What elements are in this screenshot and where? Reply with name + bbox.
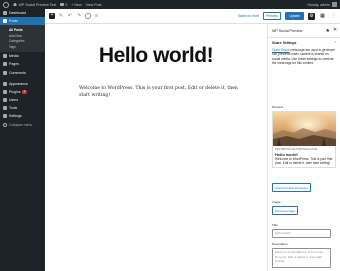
more-options-icon[interactable]: ⋮: [330, 13, 337, 20]
preview-image: [273, 112, 336, 146]
redo-icon[interactable]: ↷: [76, 13, 82, 19]
submenu-tags[interactable]: Tags: [0, 44, 45, 50]
panel-title: WP Social Preview: [272, 28, 303, 33]
sidebar-item-label: Dashboard: [9, 11, 27, 16]
sidebar-item-label: Settings: [9, 114, 22, 119]
social-preview-panel: WP Social Preview ★ ✕ Share Settings ⌃ O…: [267, 24, 340, 271]
users-icon: [3, 98, 7, 103]
account-menu[interactable]: Howdy, admin: [307, 2, 337, 7]
update-button[interactable]: Update: [285, 12, 304, 20]
site-name-link[interactable]: WP Social Preview Test: [13, 3, 56, 7]
sidebar-item-plugins[interactable]: Plugins 1: [0, 88, 45, 96]
title-label: Title: [272, 223, 278, 227]
undo-icon[interactable]: ↶: [67, 13, 73, 19]
comments-icon: [3, 70, 7, 75]
brush-icon: [3, 81, 7, 86]
sidebar-item-label: Appearance: [9, 81, 28, 86]
collapse-menu-button[interactable]: Collapse menu: [0, 121, 45, 129]
sidebar-item-media[interactable]: Media: [0, 52, 45, 60]
wordpress-logo-icon[interactable]: [3, 1, 9, 8]
tools-icon: [3, 106, 7, 111]
sidebar-item-appearance[interactable]: Appearance: [0, 80, 45, 88]
dashboard-icon: [3, 11, 7, 16]
sidebar-item-label: Media: [9, 54, 19, 59]
add-block-icon[interactable]: +: [49, 13, 55, 19]
pages-icon: [3, 62, 7, 67]
plugin-panel-icon[interactable]: ▦: [319, 13, 326, 20]
sidebar-item-label: Posts: [9, 19, 18, 24]
sidebar-item-posts[interactable]: Posts: [0, 17, 45, 26]
sidebar-item-users[interactable]: Users: [0, 96, 45, 104]
comments-link[interactable]: 0: [60, 3, 67, 7]
view-post-link[interactable]: View Post: [86, 3, 102, 7]
chevron-up-icon: ⌃: [334, 41, 337, 45]
sidebar-item-tools[interactable]: Tools: [0, 104, 45, 112]
editor-toolbar: + ✎ ↶ ↷ ≡ Switch to draft Preview Update…: [45, 9, 340, 24]
preview-button[interactable]: Preview: [262, 12, 282, 20]
avatar: [332, 2, 337, 7]
paragraph-block[interactable]: Welcome to WordPress. This is your first…: [79, 85, 239, 99]
pin-icon: [3, 19, 7, 24]
editor-canvas: Hello world! Welcome to WordPress. This …: [45, 24, 267, 271]
settings-icon: [3, 114, 7, 119]
sidebar-item-pages[interactable]: Pages: [0, 60, 45, 68]
close-icon[interactable]: ✕: [333, 28, 337, 33]
comment-icon: [60, 3, 64, 6]
media-icon: [3, 54, 7, 59]
edit-tool-icon[interactable]: ✎: [58, 13, 64, 19]
social-preview-card: TESTWPSOCIALPREVIEW.LOCAL Hello world! W…: [272, 111, 336, 169]
switch-to-draft-button[interactable]: Switch to draft: [238, 14, 259, 18]
sidebar-item-label: Tools: [9, 106, 18, 111]
share-settings-section-toggle[interactable]: Share Settings ⌃: [272, 41, 337, 45]
description-label: Description: [272, 242, 288, 246]
sidebar-item-settings[interactable]: Settings: [0, 112, 45, 120]
new-content-link[interactable]: + New: [71, 3, 81, 7]
section-title: Share Settings: [272, 41, 297, 45]
sidebar-item-label: Users: [9, 98, 19, 103]
admin-bar: WP Social Preview Test 0 + New View Post…: [0, 0, 340, 9]
sidebar-item-comments[interactable]: Comments: [0, 68, 45, 76]
og-title-input[interactable]: Hello world!: [272, 229, 331, 238]
view-full-size-previews-button[interactable]: View Full Size Previews: [272, 183, 311, 192]
image-label: Image: [272, 200, 281, 204]
sidebar-item-label: Plugins: [9, 89, 21, 94]
admin-sidebar: Dashboard Posts All Posts Add New Catego…: [0, 9, 45, 271]
settings-gear-icon[interactable]: ⚙: [308, 12, 315, 20]
sidebar-item-dashboard[interactable]: Dashboard: [0, 9, 45, 17]
sidebar-item-label: Collapse menu: [9, 122, 33, 127]
toolbar-actions: Switch to draft Preview Update ⚙ ▦ ⋮: [238, 12, 337, 20]
star-icon[interactable]: ★: [325, 28, 329, 34]
preview-description: Welcome to WordPress. This is your first…: [275, 157, 333, 166]
intro-text: Open Graph meta tags are used to generat…: [272, 48, 336, 66]
details-info-icon[interactable]: [85, 13, 91, 19]
site-name-label: WP Social Preview Test: [18, 2, 57, 7]
preview-label: Preview: [272, 105, 284, 109]
sidebar-item-label: Pages: [9, 62, 19, 67]
plugin-icon: [3, 89, 7, 94]
posts-submenu: All Posts Add New Categories Tags: [0, 25, 45, 53]
sidebar-item-label: Comments: [9, 70, 26, 75]
post-title[interactable]: Hello world!: [45, 44, 267, 68]
update-count-badge: 1: [22, 90, 27, 94]
home-icon: [13, 2, 17, 7]
open-graph-link[interactable]: Open Graph: [272, 48, 290, 52]
choose-image-button[interactable]: Choose Image: [272, 206, 299, 215]
og-description-textarea[interactable]: Welcome to WordPress. This is your first…: [272, 248, 331, 268]
list-view-icon[interactable]: ≡: [94, 13, 100, 19]
greeting-label: Howdy, admin: [307, 2, 330, 7]
panel-header: WP Social Preview ★ ✕: [268, 24, 340, 38]
comments-count: 0: [65, 2, 68, 7]
collapse-icon: [3, 122, 7, 127]
